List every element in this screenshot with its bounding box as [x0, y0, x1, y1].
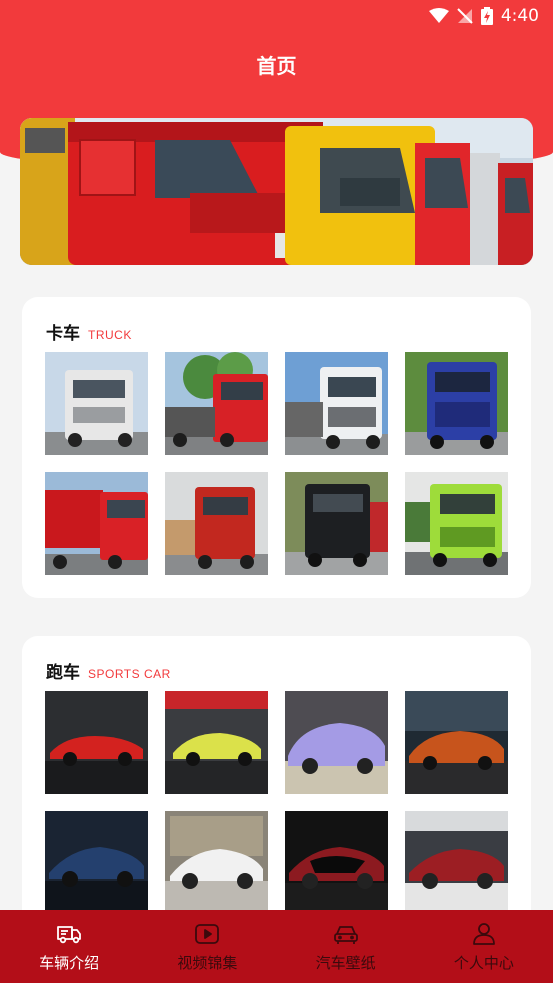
- nav-label: 视频锦集: [177, 954, 238, 972]
- truck-section-header: 卡车 TRUCK: [46, 319, 132, 344]
- truck-thumb-red-cargo[interactable]: [45, 472, 148, 575]
- sports-car-thumb-blue-hypercar[interactable]: [45, 811, 148, 914]
- section-subtitle: SPORTS CAR: [88, 667, 171, 681]
- sports-car-thumb-red-showroom[interactable]: [405, 811, 508, 914]
- nav-label: 车辆介绍: [39, 954, 100, 972]
- sports-car-section-card: 跑车 SPORTS CAR: [22, 636, 531, 936]
- nav-item-personal-center[interactable]: 个人中心: [415, 910, 553, 983]
- sports-car-thumb-yellow[interactable]: [165, 691, 268, 794]
- nav-item-video-collection[interactable]: 视频锦集: [138, 910, 276, 983]
- person-icon: [472, 923, 495, 945]
- car-icon: [333, 926, 358, 944]
- truck-thumb-blue[interactable]: [405, 352, 508, 455]
- sports-car-thumb-white[interactable]: [165, 811, 268, 914]
- truck-thumb-white[interactable]: [45, 352, 148, 455]
- sports-car-section-header: 跑车 SPORTS CAR: [46, 658, 171, 683]
- nav-item-vehicle-intro[interactable]: 车辆介绍: [0, 910, 138, 983]
- truck-section-card: 卡车 TRUCK: [22, 297, 531, 598]
- wifi-icon: [428, 8, 449, 23]
- nav-label: 汽车壁纸: [315, 954, 376, 972]
- truck-thumb-black[interactable]: [285, 472, 388, 575]
- status-bar: 4:40: [0, 0, 553, 32]
- status-time: 4:40: [500, 6, 539, 26]
- nav-label: 个人中心: [453, 954, 514, 972]
- banner-image[interactable]: [20, 118, 533, 265]
- truck-thumb-white-blue[interactable]: [285, 352, 388, 455]
- sports-car-thumb-lilac[interactable]: [285, 691, 388, 794]
- sports-car-thumb-red-roadster[interactable]: [45, 691, 148, 794]
- section-subtitle: TRUCK: [88, 328, 132, 342]
- truck-thumb-red-green[interactable]: [165, 352, 268, 455]
- truck-thumb-lime[interactable]: [405, 472, 508, 575]
- sports-car-thumb-red-black[interactable]: [285, 811, 388, 914]
- bottom-navigation: 车辆介绍 视频锦集 汽车壁纸 个人中心: [0, 910, 553, 983]
- sports-car-thumb-orange[interactable]: [405, 691, 508, 794]
- truck-icon: [57, 926, 82, 944]
- section-title: 卡车: [46, 324, 80, 344]
- video-icon: [195, 924, 220, 944]
- nav-item-car-wallpaper[interactable]: 汽车壁纸: [277, 910, 415, 983]
- no-signal-icon: [457, 8, 473, 24]
- battery-icon: [480, 7, 493, 25]
- section-title: 跑车: [46, 663, 80, 683]
- truck-thumb-red-tractor[interactable]: [165, 472, 268, 575]
- page-title: 首页: [256, 54, 297, 78]
